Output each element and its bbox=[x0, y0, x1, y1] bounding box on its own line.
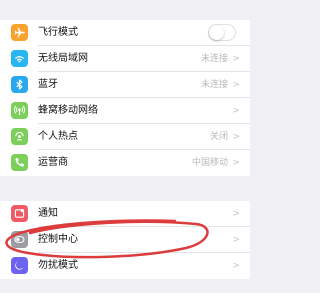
chevron-right-icon: > bbox=[232, 80, 240, 90]
settings-row-carrier[interactable]: 运营商 中国移动 > bbox=[0, 150, 250, 176]
hotspot-icon bbox=[11, 128, 28, 145]
system-group: 通知 > 控制中心 > 勿扰模式 > bbox=[0, 201, 250, 279]
airplane-mode-toggle[interactable] bbox=[208, 24, 236, 41]
settings-row-wifi[interactable]: 无线局域网 未连接 > bbox=[0, 46, 250, 72]
chevron-right-icon: > bbox=[232, 106, 240, 116]
wifi-icon bbox=[11, 50, 28, 67]
row-label: 控制中心 bbox=[38, 234, 78, 245]
toggle-knob bbox=[209, 25, 224, 40]
row-label: 个人热点 bbox=[38, 131, 78, 142]
moon-icon bbox=[11, 257, 28, 274]
settings-row-personal-hotspot[interactable]: 个人热点 关闭 > bbox=[0, 124, 250, 150]
row-label: 勿扰模式 bbox=[38, 260, 78, 271]
notification-icon bbox=[11, 205, 28, 222]
chevron-right-icon: > bbox=[232, 158, 240, 168]
row-label: 飞行模式 bbox=[38, 27, 78, 38]
row-label: 蜂窝移动网络 bbox=[38, 105, 98, 116]
wifi-status: 未连接 bbox=[200, 54, 228, 64]
row-label: 蓝牙 bbox=[38, 79, 58, 90]
row-label: 运营商 bbox=[38, 157, 68, 168]
settings-row-airplane-mode[interactable]: 飞行模式 bbox=[0, 20, 250, 46]
chevron-right-icon: > bbox=[232, 261, 240, 271]
airplane-icon bbox=[11, 24, 28, 41]
settings-row-control-center[interactable]: 控制中心 > bbox=[0, 227, 250, 253]
chevron-right-icon: > bbox=[232, 132, 240, 142]
settings-row-do-not-disturb[interactable]: 勿扰模式 > bbox=[0, 253, 250, 279]
carrier-name: 中国移动 bbox=[191, 158, 228, 168]
chevron-right-icon: > bbox=[232, 54, 240, 64]
bluetooth-status: 未连接 bbox=[200, 80, 228, 90]
row-label: 通知 bbox=[38, 208, 58, 219]
control-center-icon bbox=[11, 231, 28, 248]
settings-row-cellular[interactable]: 蜂窝移动网络 > bbox=[0, 98, 250, 124]
chevron-right-icon: > bbox=[232, 209, 240, 219]
settings-row-notifications[interactable]: 通知 > bbox=[0, 201, 250, 227]
settings-row-bluetooth[interactable]: 蓝牙 未连接 > bbox=[0, 72, 250, 98]
connectivity-group: 飞行模式 无线局域网 未连接 > 蓝牙 未连接 > 蜂窝移动网络 > 个人热点 … bbox=[0, 20, 250, 176]
cellular-icon bbox=[11, 102, 28, 119]
hotspot-status: 关闭 bbox=[209, 132, 228, 142]
settings-screen: 飞行模式 无线局域网 未连接 > 蓝牙 未连接 > 蜂窝移动网络 > 个人热点 … bbox=[0, 0, 250, 293]
bluetooth-icon bbox=[11, 76, 28, 93]
phone-icon bbox=[11, 154, 28, 171]
chevron-right-icon: > bbox=[232, 235, 240, 245]
row-label: 无线局域网 bbox=[38, 53, 88, 64]
